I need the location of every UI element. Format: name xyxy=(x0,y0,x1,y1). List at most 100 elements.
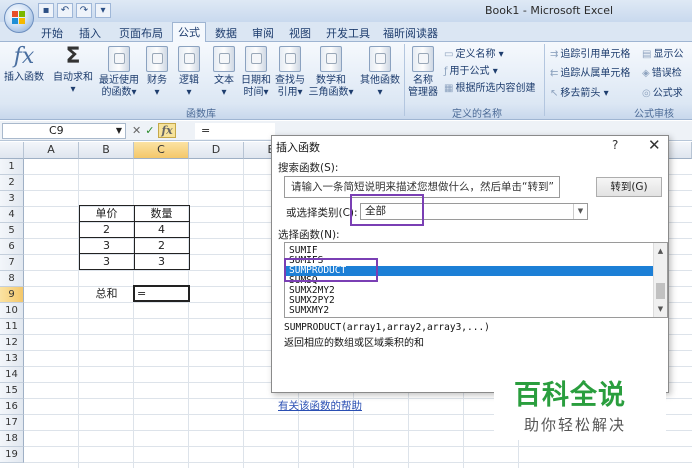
column-header-a[interactable]: A xyxy=(24,142,79,159)
column-header-d[interactable]: D xyxy=(189,142,244,159)
row-header-11[interactable]: 11 xyxy=(0,319,24,335)
scroll-thumb[interactable] xyxy=(656,283,665,299)
create-from-selection-button[interactable]: ▦ 根据所选内容创建 xyxy=(444,79,535,94)
ribbon-tabs: 开始 插入 页面布局 公式 数据 审阅 视图 开发工具 福昕阅读器 xyxy=(0,22,692,42)
show-formulas-icon: ▤ xyxy=(642,49,652,60)
close-icon[interactable]: ✕ xyxy=(648,136,661,154)
office-button[interactable] xyxy=(4,3,34,33)
sigma-icon: Σ xyxy=(65,44,81,69)
row-header-13[interactable]: 13 xyxy=(0,351,24,367)
formula-input[interactable]: = xyxy=(195,123,275,139)
function-library-label: 函数库 xyxy=(186,109,216,120)
dialog-title: 插入函数 xyxy=(276,141,320,154)
insert-function-button[interactable]: fx 插入函数 xyxy=(2,44,46,84)
chevron-down-icon[interactable]: ▼ xyxy=(573,204,587,219)
row-header-18[interactable]: 18 xyxy=(0,431,24,447)
tab-foxit-reader[interactable]: 福昕阅读器 xyxy=(378,24,443,42)
show-formulas-button[interactable]: ▤ 显示公 xyxy=(642,45,683,60)
recent-functions-button[interactable]: 最近使用 的函数▾ xyxy=(98,46,140,99)
more-functions-button[interactable]: 其他函数 ▾ xyxy=(358,46,402,99)
cancel-icon[interactable]: ✕ xyxy=(132,124,141,137)
cell-b9[interactable]: 总和 xyxy=(79,286,134,302)
fx-icon: fx xyxy=(13,44,35,69)
error-check-icon: ◈ xyxy=(642,68,650,79)
tab-data[interactable]: 数据 xyxy=(210,24,242,42)
search-label: 搜索函数(S): xyxy=(278,162,339,174)
error-checking-button[interactable]: ◈ 错误检 xyxy=(642,64,682,79)
trace-precedents-icon: ⇉ xyxy=(550,49,559,60)
fx-icon[interactable]: fx xyxy=(158,123,176,138)
row-header-2[interactable]: 2 xyxy=(0,175,24,191)
scroll-down-icon[interactable]: ▼ xyxy=(654,303,667,316)
define-name-button[interactable]: ▭ 定义名称 ▾ xyxy=(444,45,504,60)
column-header-c[interactable]: C xyxy=(134,142,189,159)
row-header-5[interactable]: 5 xyxy=(0,223,24,239)
watermark: 百科全说 助你轻松解决 xyxy=(494,358,666,440)
tab-developer[interactable]: 开发工具 xyxy=(321,24,375,42)
row-header-1[interactable]: 1 xyxy=(0,159,24,175)
redo-icon[interactable]: ↷ xyxy=(76,3,92,18)
datetime-button[interactable]: 日期和 时间▾ xyxy=(240,46,272,99)
lookup-button[interactable]: 查找与 引用▾ xyxy=(274,46,306,99)
row-header-4[interactable]: 4 xyxy=(0,207,24,223)
evaluate-formula-button[interactable]: ◎ 公式求 xyxy=(642,84,683,99)
row-header-7[interactable]: 7 xyxy=(0,255,24,271)
trace-precedents-button[interactable]: ⇉ 追踪引用单元格 xyxy=(550,45,630,60)
grid-line xyxy=(24,446,692,447)
row-header-14[interactable]: 14 xyxy=(0,367,24,383)
select-all-corner[interactable] xyxy=(0,142,24,159)
function-help-link[interactable]: 有关该函数的帮助 xyxy=(278,398,362,413)
column-header-b[interactable]: B xyxy=(79,142,134,159)
name-box[interactable]: C9 ▼ xyxy=(2,123,126,139)
book-icon xyxy=(320,46,342,72)
row-header-17[interactable]: 17 xyxy=(0,415,24,431)
watermark-subtitle: 助你轻松解决 xyxy=(524,416,627,434)
active-cell-c9[interactable]: = xyxy=(133,285,190,302)
save-icon[interactable]: ▪ xyxy=(38,3,54,18)
goto-button[interactable]: 转到(G) xyxy=(596,177,662,197)
name-manager-button[interactable]: 名称 管理器 xyxy=(406,46,440,99)
list-item[interactable]: SUMXMY2 xyxy=(289,306,329,316)
tab-formulas[interactable]: 公式 xyxy=(172,22,206,42)
formula-icon: ƒ xyxy=(444,66,448,77)
enter-icon[interactable]: ✓ xyxy=(145,124,154,137)
chevron-down-icon[interactable]: ▼ xyxy=(116,124,122,138)
window-title: Book1 - Microsoft Excel xyxy=(485,4,614,17)
row-header-3[interactable]: 3 xyxy=(0,191,24,207)
row-header-12[interactable]: 12 xyxy=(0,335,24,351)
financial-button[interactable]: 财务 ▾ xyxy=(142,46,172,99)
name-manager-icon xyxy=(412,46,434,72)
autosum-button[interactable]: Σ 自动求和 ▾ xyxy=(50,44,96,96)
row-header-9[interactable]: 9 xyxy=(0,287,24,303)
highlight-category xyxy=(350,194,424,226)
use-in-formula-button[interactable]: ƒ 用于公式 ▾ xyxy=(444,62,498,77)
tag-icon: ▭ xyxy=(444,49,454,60)
row-header-15[interactable]: 15 xyxy=(0,383,24,399)
row-header-10[interactable]: 10 xyxy=(0,303,24,319)
row-header-19[interactable]: 19 xyxy=(0,447,24,463)
tab-home[interactable]: 开始 xyxy=(36,24,68,42)
undo-icon[interactable]: ↶ xyxy=(57,3,73,18)
help-icon[interactable]: ? xyxy=(612,138,618,152)
book-icon xyxy=(213,46,235,72)
list-scrollbar[interactable]: ▲ ▼ xyxy=(653,243,667,317)
tab-review[interactable]: 审阅 xyxy=(247,24,279,42)
function-list-label: 选择函数(N): xyxy=(278,229,340,241)
scroll-up-icon[interactable]: ▲ xyxy=(654,245,667,258)
row-header-6[interactable]: 6 xyxy=(0,239,24,255)
math-trig-button[interactable]: 数学和 三角函数▾ xyxy=(307,46,355,99)
customize-icon[interactable]: ▾ xyxy=(95,3,111,18)
tab-insert[interactable]: 插入 xyxy=(74,24,106,42)
tab-view[interactable]: 视图 xyxy=(284,24,316,42)
function-signature: SUMPRODUCT(array1,array2,array3,...) xyxy=(284,322,490,333)
book-icon xyxy=(369,46,391,72)
tab-page-layout[interactable]: 页面布局 xyxy=(114,24,168,42)
table-icon: ▦ xyxy=(444,83,454,94)
text-functions-button[interactable]: 文本 ▾ xyxy=(208,46,240,99)
quick-access-toolbar: ▪ ↶ ↷ ▾ xyxy=(38,3,111,18)
logical-button[interactable]: 逻辑 ▾ xyxy=(174,46,204,99)
row-header-8[interactable]: 8 xyxy=(0,271,24,287)
trace-dependents-button[interactable]: ⇇ 追踪从属单元格 xyxy=(550,64,630,79)
row-header-16[interactable]: 16 xyxy=(0,399,24,415)
remove-arrows-button[interactable]: ↖ 移去箭头 ▾ xyxy=(550,84,609,99)
